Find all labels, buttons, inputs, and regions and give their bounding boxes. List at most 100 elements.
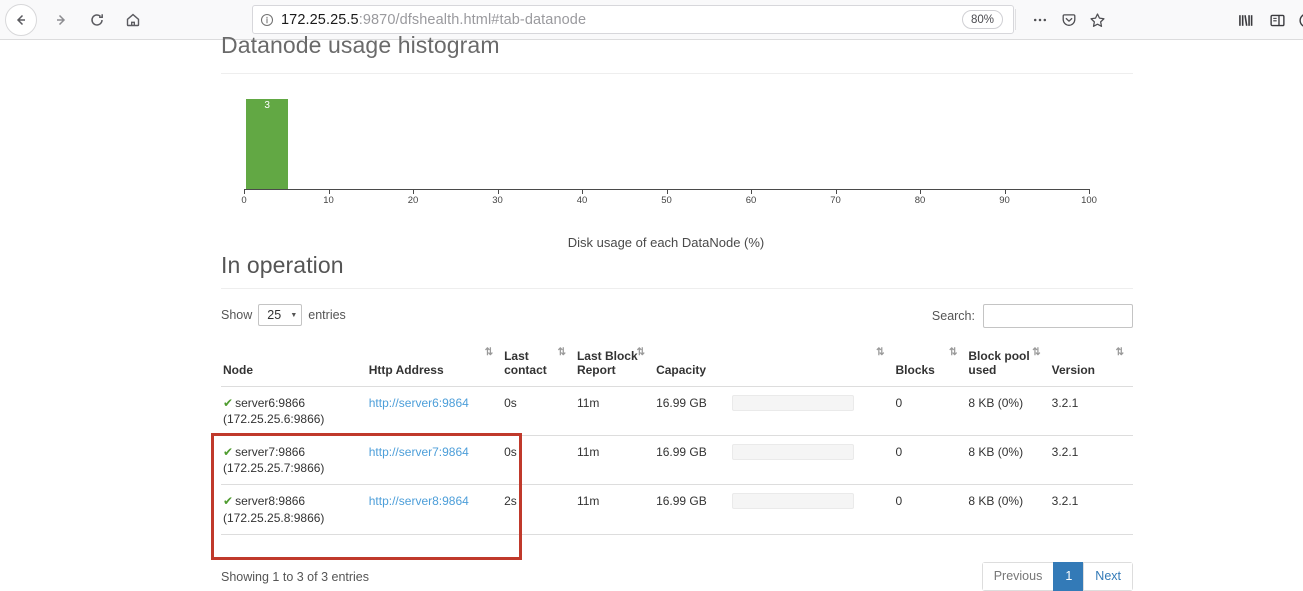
column-label: Blocks — [895, 362, 935, 377]
cell-blocks: 0 — [893, 435, 967, 486]
column-header-last-contact[interactable]: ⇅ Last contact — [502, 346, 575, 387]
url-bar[interactable]: 172.25.25.5:9870/dfshealth.html#tab-data… — [252, 5, 1014, 34]
search-input[interactable] — [983, 304, 1133, 328]
node-name: server6:9866 — [235, 395, 306, 410]
page-info-icon[interactable] — [253, 13, 281, 27]
reload-button[interactable] — [81, 4, 113, 36]
cell-blocks: 0 — [893, 386, 967, 436]
pagination-next[interactable]: Next — [1083, 562, 1133, 591]
library-icon[interactable] — [1233, 8, 1257, 32]
sidebar-icon[interactable] — [1265, 8, 1289, 32]
cell-node: ✔ server6:9866 (172.25.25.6:9866) — [221, 386, 367, 436]
axis-tick-label: 0 — [241, 195, 247, 206]
entries-value: 25 — [267, 308, 282, 322]
cell-version: 3.2.1 — [1049, 484, 1133, 535]
histogram-divider — [221, 73, 1133, 74]
column-header-node[interactable]: Node — [221, 346, 367, 387]
axis-tick-label: 70 — [830, 195, 841, 206]
capacity-progress-bar — [732, 493, 855, 510]
cell-last-block-report: 11m — [574, 484, 655, 535]
show-label: Show — [221, 308, 253, 322]
cell-block-pool-used: 8 KB (0%) — [966, 484, 1050, 535]
column-header-blocks[interactable]: ⇅ Blocks — [893, 346, 967, 387]
cell-capacity: 16.99 GB — [654, 386, 894, 436]
cell-block-pool-used: 8 KB (0%) — [966, 435, 1050, 486]
search-label: Search: — [931, 309, 975, 323]
ellipsis-icon[interactable] — [1028, 8, 1052, 32]
home-button[interactable] — [117, 4, 149, 36]
histogram-bar: 3 — [246, 99, 289, 189]
entries-per-page-select[interactable]: 25 ▼ — [258, 304, 303, 326]
column-label: Http Address — [368, 362, 444, 377]
cell-block-pool-used: 8 KB (0%) — [966, 386, 1050, 436]
histogram-x-axis-label: Disk usage of each DataNode (%) — [567, 235, 765, 250]
column-header-last-block-report[interactable]: ⇅ Last Block Report — [574, 346, 655, 387]
node-address: (172.25.25.6:9866) — [223, 411, 325, 426]
node-address: (172.25.25.8:9866) — [223, 510, 325, 525]
node-name: server8:9866 — [235, 494, 306, 509]
back-button[interactable] — [5, 4, 37, 36]
forward-button[interactable] — [45, 4, 77, 36]
cell-http-address: http://server7:9864 — [366, 435, 503, 486]
check-icon: ✔ — [223, 395, 234, 410]
axis-tick — [328, 189, 330, 194]
axis-tick — [497, 189, 499, 194]
star-icon[interactable] — [1085, 8, 1109, 32]
axis-tick-label: 80 — [914, 195, 926, 206]
axis-tick-label: 10 — [323, 195, 334, 206]
browser-toolbar: 172.25.25.5:9870/dfshealth.html#tab-data… — [0, 0, 1303, 40]
cell-version: 3.2.1 — [1049, 386, 1133, 436]
pagination-previous[interactable]: Previous — [981, 562, 1054, 591]
show-entries-control: Show 25 ▼ entries — [221, 304, 346, 326]
cell-last-block-report: 11m — [574, 386, 655, 436]
page-content: Datanode usage histogram 3 0 10 20 30 40 50 60… — [0, 32, 1303, 591]
sort-updown-icon: ⇅ — [1032, 347, 1040, 358]
table-row: ✔ server8:9866 (172.25.25.8:9866) http://se… — [221, 484, 1133, 535]
showing-entries-info: Showing 1 to 3 of 3 entries — [221, 570, 370, 584]
column-label: Block pool used — [968, 349, 1030, 377]
column-header-http-address[interactable]: ⇅ Http Address — [366, 346, 503, 387]
column-header-capacity[interactable]: ⇅ Capacity — [654, 346, 894, 387]
table-row: ✔ server7:9866 (172.25.25.7:9866) http://se… — [221, 435, 1133, 486]
cell-last-contact: 2s — [502, 484, 575, 535]
capacity-text: 16.99 GB — [656, 444, 707, 459]
axis-tick-label: 20 — [407, 195, 419, 206]
axis-tick — [582, 189, 583, 194]
capacity-text: 16.99 GB — [656, 395, 707, 410]
table-body: ✔ server6:9866 (172.25.25.6:9866) http://se… — [221, 386, 1133, 535]
http-address-link[interactable]: http://server8:9864 — [369, 494, 469, 508]
cell-version: 3.2.1 — [1049, 435, 1133, 486]
toolbar-divider — [1015, 9, 1016, 30]
capacity-progress-bar — [732, 394, 855, 411]
column-label: Version — [1051, 362, 1096, 377]
datanodes-table: Node ⇅ Http Address ⇅ Last contact ⇅ Las… — [221, 346, 1133, 535]
check-icon: ✔ — [223, 494, 234, 509]
url-path: :9870/dfshealth.html#tab-datanode — [358, 11, 587, 28]
axis-tick — [1089, 189, 1090, 194]
sort-updown-icon: ⇅ — [484, 347, 493, 358]
table-controls: Show 25 ▼ entries Search: — [221, 304, 1133, 334]
cell-capacity: 16.99 GB — [654, 435, 894, 486]
axis-tick — [1004, 189, 1006, 194]
column-header-block-pool-used[interactable]: ⇅ Block pool used — [966, 346, 1050, 387]
check-icon: ✔ — [223, 444, 234, 459]
http-address-link[interactable]: http://server7:9864 — [369, 445, 469, 459]
cell-http-address: http://server6:9864 — [366, 386, 503, 436]
table-header-row: Node ⇅ Http Address ⇅ Last contact ⇅ Las… — [221, 346, 1133, 387]
table-row: ✔ server6:9866 (172.25.25.6:9866) http://se… — [221, 386, 1133, 436]
datanode-usage-histogram: 3 0 10 20 30 40 50 60 70 80 90 100 Disk usage of e… — [221, 85, 1133, 260]
column-label: Last contact — [504, 349, 547, 377]
pagination-page-1[interactable]: 1 — [1053, 562, 1084, 591]
cell-last-contact: 0s — [502, 386, 575, 436]
cell-last-block-report: 11m — [574, 435, 655, 486]
axis-tick — [244, 189, 245, 194]
column-header-version[interactable]: ⇅ Version — [1049, 346, 1133, 387]
overflow-menu-icon[interactable] — [1294, 8, 1303, 32]
zoom-level-badge[interactable]: 80% — [962, 10, 1004, 29]
pocket-icon[interactable] — [1057, 8, 1081, 32]
axis-tick — [835, 189, 837, 194]
node-address: (172.25.25.7:9866) — [223, 461, 325, 476]
sort-updown-icon: ⇅ — [876, 347, 884, 358]
chevron-down-icon: ▼ — [290, 311, 298, 319]
http-address-link[interactable]: http://server6:9864 — [369, 396, 469, 410]
